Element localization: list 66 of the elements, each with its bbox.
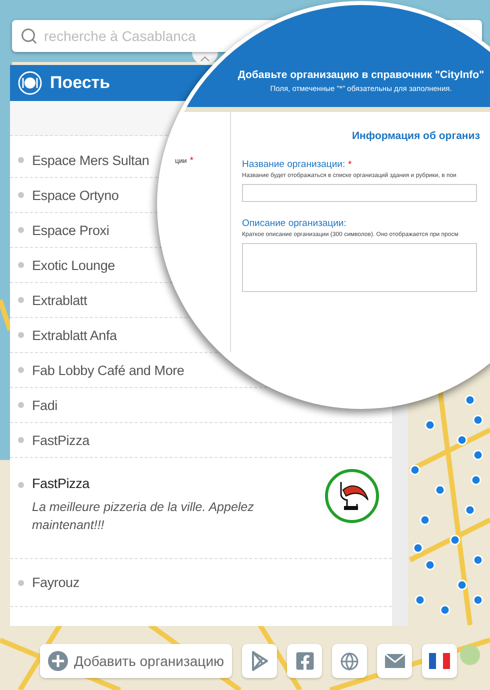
bullet-dot bbox=[18, 580, 24, 586]
place-name[interactable]: Exotic Lounge bbox=[32, 258, 115, 272]
place-name[interactable]: FastPizza bbox=[32, 432, 90, 448]
flag-button[interactable] bbox=[422, 644, 458, 678]
map-marker-icon[interactable] bbox=[424, 560, 436, 570]
bullet-dot bbox=[18, 402, 24, 408]
facebook-icon bbox=[294, 651, 315, 671]
bullet-dot bbox=[18, 332, 24, 338]
map-marker-icon[interactable] bbox=[440, 604, 450, 616]
place-name[interactable]: Espace Mers Sultan bbox=[32, 152, 150, 168]
input-field[interactable] bbox=[242, 184, 477, 202]
bullet-dot bbox=[18, 437, 24, 443]
add-organization-button[interactable]: Добавить организацию bbox=[40, 644, 232, 678]
bullet-dot bbox=[18, 262, 24, 268]
place-description: La meilleure pizzeria de la ville. Appelez maintenant!!! bbox=[32, 499, 255, 534]
search-icon bbox=[20, 27, 38, 45]
map-marker-icon[interactable] bbox=[410, 464, 420, 476]
map-marker-icon[interactable] bbox=[464, 504, 476, 516]
map-marker-icon[interactable] bbox=[472, 450, 484, 460]
map-marker-icon[interactable] bbox=[470, 474, 482, 486]
required-mark: * bbox=[348, 159, 352, 169]
place-name[interactable]: Extrablatt Anfa bbox=[32, 328, 117, 342]
textarea-field[interactable] bbox=[242, 243, 477, 292]
place-name[interactable]: Espace Ortyno bbox=[32, 188, 119, 202]
section-title: Информация об организ bbox=[352, 130, 480, 143]
bullet-dot bbox=[18, 482, 24, 488]
pizza-logo bbox=[324, 468, 380, 524]
map-marker-icon[interactable] bbox=[456, 434, 468, 446]
map-marker-icon[interactable] bbox=[472, 554, 484, 566]
place-name[interactable]: FastPizza bbox=[32, 476, 90, 491]
place-name[interactable]: Fayrouz bbox=[32, 575, 80, 590]
play-store-icon bbox=[250, 651, 269, 671]
mail-icon bbox=[384, 654, 405, 668]
place-name[interactable]: Fadi bbox=[32, 398, 58, 412]
map-marker-icon[interactable] bbox=[434, 484, 446, 496]
map-marker-icon[interactable] bbox=[456, 580, 468, 590]
store-button[interactable] bbox=[242, 644, 278, 678]
place-name[interactable]: Fab Lobby Café and More bbox=[32, 362, 184, 378]
form-title: Добавьте организацию в справочник "CityInfo" bbox=[238, 69, 484, 81]
bullet-dot bbox=[18, 157, 24, 163]
map-marker-icon[interactable] bbox=[424, 420, 436, 430]
required-mark: * bbox=[190, 155, 194, 165]
field-label: Описание организации: bbox=[242, 218, 346, 229]
french-flag-icon bbox=[429, 653, 450, 669]
globe-icon bbox=[340, 652, 360, 670]
facebook-button[interactable] bbox=[287, 644, 322, 678]
plate-icon bbox=[18, 71, 42, 95]
bullet-dot bbox=[18, 192, 24, 198]
map-marker-icon[interactable] bbox=[472, 594, 484, 606]
map-marker-icon[interactable] bbox=[414, 594, 426, 606]
bullet-dot bbox=[18, 227, 24, 233]
bullet-dot bbox=[18, 367, 24, 373]
map-marker-icon[interactable] bbox=[420, 514, 430, 526]
place-name[interactable]: Espace Proxi bbox=[32, 222, 110, 238]
web-button[interactable] bbox=[332, 644, 368, 678]
caret-icon bbox=[200, 56, 210, 62]
place-name[interactable]: Extrablatt bbox=[32, 292, 88, 308]
bullet-dot bbox=[18, 297, 24, 303]
mail-button[interactable] bbox=[377, 644, 412, 678]
field-label: Название организации: bbox=[242, 159, 346, 170]
map-marker-icon[interactable] bbox=[412, 542, 424, 554]
category-title: Поесть bbox=[50, 73, 110, 93]
map-marker-icon[interactable] bbox=[450, 534, 460, 546]
map-marker-icon[interactable] bbox=[472, 414, 484, 426]
map-marker-icon[interactable] bbox=[464, 394, 476, 406]
plus-circle-icon bbox=[48, 651, 68, 671]
